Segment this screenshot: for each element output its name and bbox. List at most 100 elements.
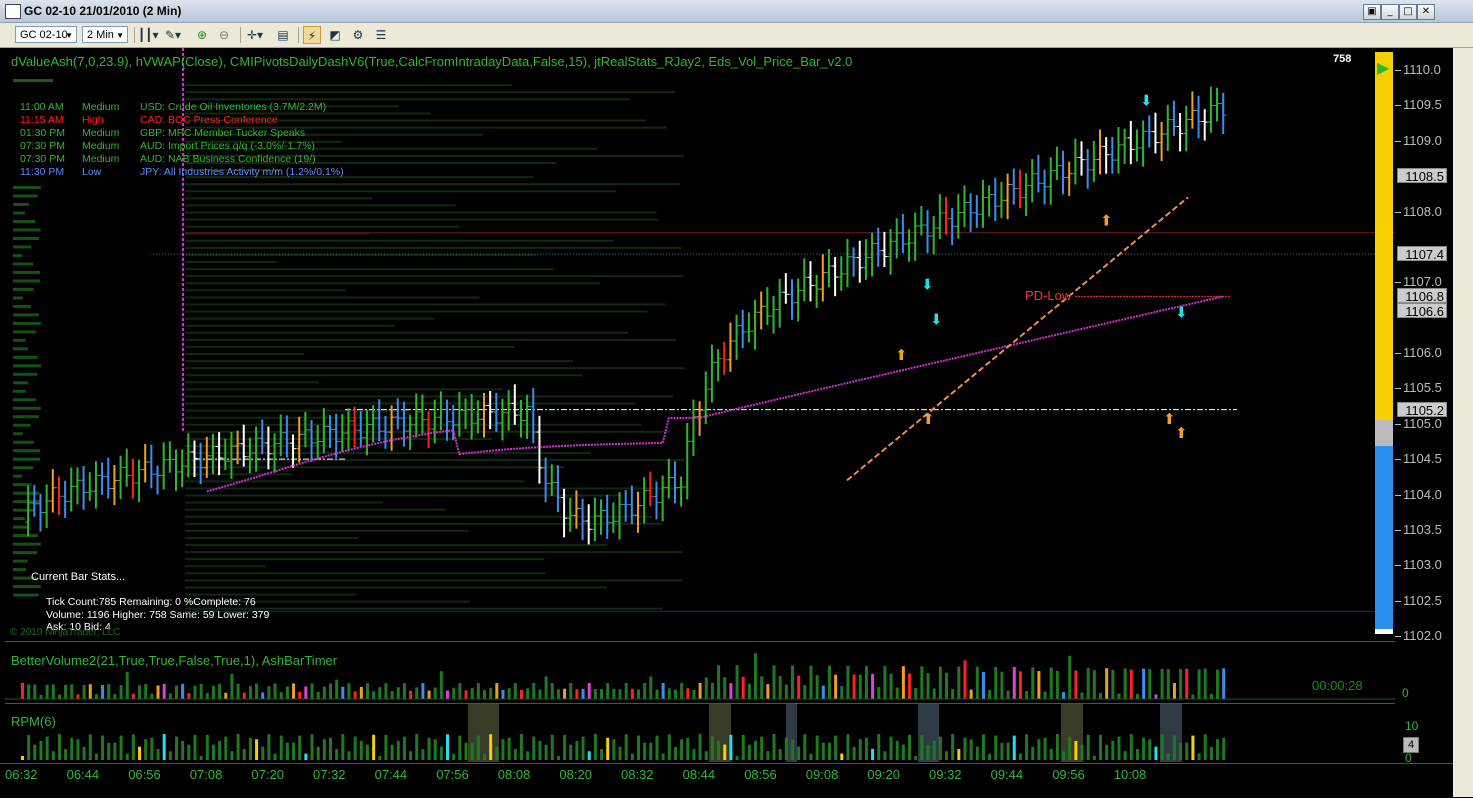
rpm-bar	[211, 744, 215, 760]
left-histogram-bar	[13, 551, 38, 555]
volume-bar	[347, 683, 351, 699]
rpm-bar	[433, 739, 437, 760]
zoom-out-icon[interactable]: ⊖	[215, 26, 233, 44]
volume-bar	[45, 684, 49, 699]
time-tick: 07:56	[436, 767, 469, 782]
volume-bar	[877, 687, 881, 699]
rpm-bar	[82, 746, 86, 760]
indicators-icon[interactable]: ⚡	[303, 26, 321, 44]
data-box-icon[interactable]: ▤	[274, 26, 292, 44]
volume-bar	[70, 684, 74, 699]
volume-bar	[1062, 692, 1066, 699]
play-icon: ▶	[1377, 58, 1390, 77]
volume-profile-bar	[185, 565, 266, 568]
volume-bar	[643, 683, 647, 699]
strategies-icon[interactable]: ◩	[326, 26, 344, 44]
chevron-down-icon: ▼	[65, 31, 73, 40]
volume-chart[interactable]	[5, 642, 1395, 703]
rpm-bar	[969, 739, 973, 760]
volume-bar	[1086, 667, 1090, 699]
left-histogram-bar	[13, 525, 29, 529]
left-histogram-bar	[13, 330, 36, 334]
volume-bar	[21, 683, 24, 699]
minimize-button[interactable]: _	[1381, 4, 1399, 20]
volume-profile-bar	[185, 190, 616, 193]
rpm-bar	[637, 735, 640, 760]
price-tick-mark	[1395, 423, 1401, 425]
volume-bar	[587, 683, 591, 699]
rpm-bar	[279, 735, 283, 760]
volume-bar	[612, 688, 616, 699]
volume-bar	[409, 690, 413, 699]
rpm-bar	[378, 755, 382, 760]
left-histogram-bar	[13, 347, 29, 351]
bar-style-icon[interactable]: ┃┃▾	[138, 26, 158, 44]
instrument-select[interactable]: GC 02-10 ▼	[15, 26, 77, 43]
crosshair-icon[interactable]: ✛▾	[246, 26, 264, 44]
volume-bar	[729, 683, 733, 699]
rpm-pane[interactable]: RPM(6)	[5, 704, 1395, 762]
volume-bar	[840, 686, 844, 699]
close-button[interactable]: ✕	[1417, 4, 1435, 20]
price-tick: 1109.0	[1403, 132, 1442, 148]
maximize-button[interactable]: □	[1399, 4, 1417, 20]
volume-bar	[871, 674, 875, 699]
volume-pane[interactable]: BetterVolume2(21,True,True,False,True,1)…	[5, 642, 1395, 704]
volume-profile-bar	[185, 586, 607, 589]
rpm-bar	[415, 734, 419, 760]
rpm-bar	[205, 734, 209, 760]
volume-bar	[359, 686, 363, 699]
left-histogram-bar	[13, 457, 40, 461]
rpm-bar	[310, 734, 314, 760]
volume-bar	[248, 686, 252, 699]
left-histogram-bar	[13, 500, 41, 504]
volume-bar	[1123, 668, 1127, 699]
left-histogram-bar	[13, 194, 38, 198]
news-impact: Medium	[82, 127, 120, 139]
window-title-bar[interactable]: GC 02-10 21/01/2010 (2 Min) ▣ _ □ ✕	[0, 0, 1473, 23]
volume-bar	[1055, 670, 1059, 699]
buy-arrow-icon: ⬆	[1175, 424, 1188, 442]
volume-bar	[680, 683, 684, 699]
rpm-bar	[427, 737, 431, 760]
volume-bar	[1012, 667, 1016, 699]
list-icon[interactable]: ☰	[372, 26, 390, 44]
news-text: JPY: All Industries Activity m/m (1.2%/0…	[140, 166, 344, 178]
price-tick: 1102.0	[1403, 628, 1442, 643]
volume-bar	[895, 687, 899, 699]
rpm-bar	[945, 751, 948, 760]
rpm-bar	[612, 739, 616, 760]
volume-bar	[538, 689, 542, 699]
restore-down-button[interactable]: ▣	[1363, 4, 1381, 20]
left-histogram-bar	[13, 313, 39, 317]
buy-arrow-icon: ⬆	[1100, 212, 1113, 230]
sell-arrow-icon: ⬇	[921, 275, 934, 293]
rpm-bar	[335, 748, 339, 760]
volume-bar	[64, 684, 68, 699]
rpm-bar	[94, 753, 98, 760]
properties-icon[interactable]: ⚙	[349, 26, 367, 44]
news-time: 11:15 AM	[20, 114, 64, 126]
rpm-bar	[803, 734, 807, 760]
volume-profile-bar	[185, 211, 657, 214]
rpm-bar	[877, 734, 881, 760]
price-tick-mark	[1395, 565, 1401, 567]
volume-bar	[205, 692, 209, 699]
left-histogram-bar	[13, 593, 39, 597]
price-tick-mark	[1395, 140, 1401, 142]
rpm-bar	[951, 734, 955, 760]
volume-bar	[852, 674, 856, 699]
volume-profile-bar	[185, 84, 512, 87]
rpm-bar	[760, 736, 764, 760]
rpm-bar	[1092, 755, 1096, 760]
interval-select[interactable]: 2 Min ▼	[82, 26, 128, 43]
drawing-tool-icon[interactable]: ✎▾	[164, 26, 182, 44]
time-tick: 09:08	[805, 767, 839, 782]
zoom-in-icon[interactable]: ⊕	[193, 26, 211, 44]
volume-bar	[1222, 668, 1226, 699]
rpm-bar	[131, 734, 135, 760]
rpm-bar	[57, 734, 61, 760]
rpm-chart[interactable]	[5, 704, 1395, 762]
volume-bar	[439, 671, 443, 699]
time-tick: 06:32	[5, 767, 38, 782]
